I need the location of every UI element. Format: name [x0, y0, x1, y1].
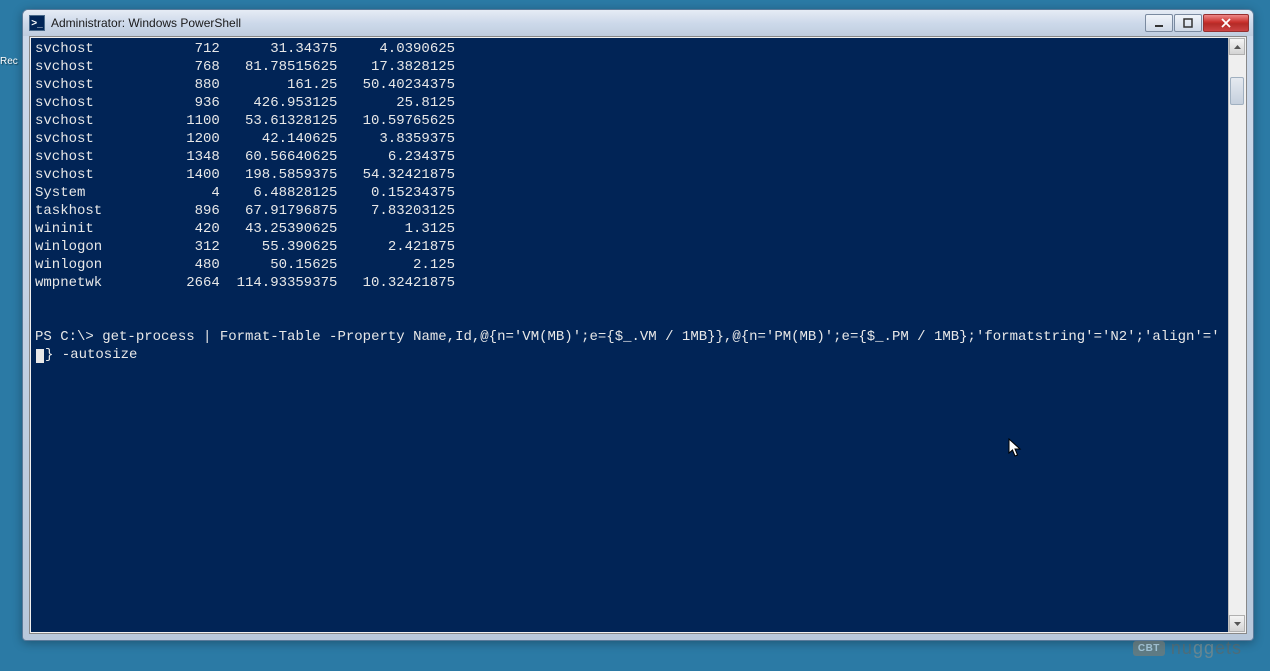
desktop: Rec >_ Administrator: Windows PowerShell… — [0, 0, 1270, 671]
process-row: svchost120042.1406253.8359375 — [35, 130, 1224, 148]
process-row: svchost936426.95312525.8125 — [35, 94, 1224, 112]
process-row: svchost76881.7851562517.3828125 — [35, 58, 1224, 76]
watermark-badge: CBT — [1133, 641, 1165, 656]
titlebar[interactable]: >_ Administrator: Windows PowerShell — [23, 10, 1253, 36]
minimize-button[interactable] — [1145, 14, 1173, 32]
window-title: Administrator: Windows PowerShell — [51, 16, 1144, 30]
process-row: wininit42043.253906251.3125 — [35, 220, 1224, 238]
powershell-icon: >_ — [29, 15, 45, 31]
maximize-button[interactable] — [1174, 14, 1202, 32]
console-area: svchost71231.343754.0390625svchost76881.… — [29, 36, 1247, 634]
powershell-window: >_ Administrator: Windows PowerShell svc… — [22, 9, 1254, 641]
scroll-up-button[interactable] — [1229, 38, 1245, 55]
vertical-scrollbar[interactable] — [1228, 38, 1245, 632]
close-button[interactable] — [1203, 14, 1249, 32]
process-row: winlogon48050.156252.125 — [35, 256, 1224, 274]
process-row: svchost71231.343754.0390625 — [35, 40, 1224, 58]
watermark: CBT nuggets — [1133, 638, 1242, 659]
process-row: svchost110053.6132812510.59765625 — [35, 112, 1224, 130]
process-row: wmpnetwk2664114.9335937510.32421875 — [35, 274, 1224, 292]
process-row: svchost1400198.585937554.32421875 — [35, 166, 1224, 184]
text-cursor — [36, 349, 44, 363]
command-prompt[interactable]: PS C:\> get-process | Format-Table -Prop… — [35, 328, 1224, 364]
scroll-thumb[interactable] — [1230, 77, 1244, 105]
window-controls — [1144, 14, 1249, 32]
process-row: svchost880161.2550.40234375 — [35, 76, 1224, 94]
process-row: winlogon31255.3906252.421875 — [35, 238, 1224, 256]
powershell-icon-glyph: >_ — [31, 18, 42, 29]
process-row: taskhost89667.917968757.83203125 — [35, 202, 1224, 220]
scroll-track[interactable] — [1229, 55, 1245, 615]
recycle-bin-label: Rec — [0, 56, 18, 67]
process-row: System46.488281250.15234375 — [35, 184, 1224, 202]
process-row: svchost134860.566406256.234375 — [35, 148, 1224, 166]
watermark-text: nuggets — [1171, 638, 1242, 659]
console-output[interactable]: svchost71231.343754.0390625svchost76881.… — [31, 38, 1228, 632]
scroll-down-button[interactable] — [1229, 615, 1245, 632]
